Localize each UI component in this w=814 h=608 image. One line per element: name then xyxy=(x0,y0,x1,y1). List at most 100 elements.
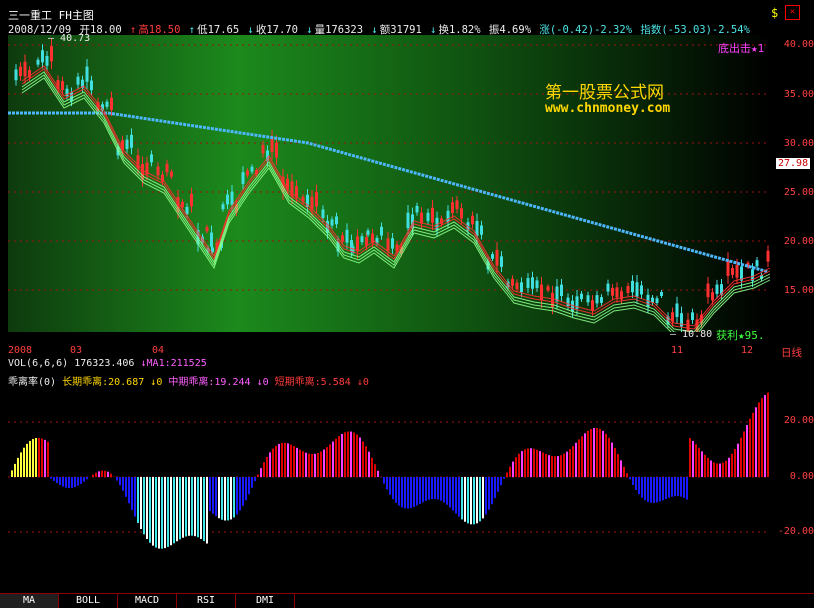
watermark-url: www.chnmoney.com xyxy=(545,101,670,116)
bias-bar xyxy=(704,455,706,477)
candle-body xyxy=(231,192,234,205)
bias-bar xyxy=(767,393,769,477)
tab-rsi[interactable]: RSI xyxy=(177,594,236,608)
candle-body xyxy=(262,145,265,154)
tab-macd[interactable]: MACD xyxy=(118,594,177,608)
tab-boll[interactable]: BOLL xyxy=(59,594,118,608)
candle-body xyxy=(491,254,494,259)
volume-value: 176323.406 xyxy=(74,358,134,369)
alert-icon[interactable]: $ xyxy=(771,6,778,20)
bias-bar xyxy=(371,458,373,477)
candle-body xyxy=(516,283,519,290)
candle-body xyxy=(110,98,113,110)
bias-bar xyxy=(296,448,298,477)
bias-bar xyxy=(536,450,538,477)
candle-body xyxy=(61,81,64,90)
bias-bar xyxy=(365,446,367,477)
bias-bar xyxy=(230,477,232,519)
candle-body xyxy=(24,62,27,77)
bias-bar xyxy=(314,454,316,477)
candle-body xyxy=(126,140,129,149)
candle-body xyxy=(46,56,49,66)
candle-body xyxy=(407,213,410,228)
bias-bar xyxy=(410,477,412,508)
candle-body xyxy=(471,216,474,225)
candle-body xyxy=(50,46,53,61)
bias-bar xyxy=(92,475,94,477)
tab-dmi[interactable]: DMI xyxy=(236,594,295,608)
bias-bar xyxy=(425,477,427,501)
candle-body xyxy=(711,292,714,300)
bias-bar xyxy=(542,453,544,477)
bias-bar xyxy=(374,464,376,477)
bias-bar xyxy=(119,477,121,485)
bias-bar xyxy=(59,477,61,485)
bias-bar xyxy=(686,477,688,500)
bias-bar xyxy=(530,448,532,477)
axis-label: 25.00 xyxy=(784,187,814,198)
bias-bar xyxy=(254,477,256,481)
bias-bar xyxy=(155,477,157,548)
current-price-flag: 27.98 xyxy=(776,158,810,169)
volume-line: VOL(6,6,6) 176323.406 ↓MA1:211525 xyxy=(8,358,207,369)
bias-indicator-chart[interactable] xyxy=(8,385,770,590)
candle-body xyxy=(616,287,619,297)
candle-body xyxy=(420,213,423,224)
candle-body xyxy=(540,285,543,301)
bias-bar xyxy=(518,454,520,477)
bias-bar xyxy=(743,431,745,477)
signal-bottom: 获利★95. xyxy=(716,327,765,343)
bias-bar xyxy=(299,450,301,477)
bias-bar xyxy=(317,453,319,477)
axis-label: 20.00 xyxy=(784,415,814,426)
price-axis: 40.00 35.00 30.00 25.00 20.00 15.00 xyxy=(772,35,814,332)
candle-body xyxy=(607,284,610,292)
bias-bar xyxy=(731,454,733,477)
bias-bar xyxy=(671,477,673,497)
bias-bar xyxy=(479,477,481,521)
date-axis: 2008 03 04 11 12 xyxy=(8,345,770,357)
bias-bar xyxy=(482,477,484,518)
candle-body xyxy=(727,260,730,276)
bias-bar xyxy=(188,477,190,536)
bias-bar xyxy=(755,407,757,477)
bias-bar xyxy=(149,477,151,543)
close-button[interactable]: ✕ xyxy=(785,5,800,20)
bias-bar xyxy=(596,428,598,477)
bias-bar xyxy=(221,477,223,520)
bias-bar xyxy=(236,477,238,514)
bias-bar xyxy=(392,477,394,499)
bias-bar xyxy=(224,477,226,521)
bias-bar xyxy=(227,477,229,520)
bias-bar xyxy=(131,477,133,510)
bias-bar xyxy=(431,477,433,499)
bias-bar xyxy=(134,477,136,517)
period-label[interactable]: 日线 xyxy=(781,345,802,360)
candle-body xyxy=(315,192,318,207)
indicator-axis: 20.00 0.00 -20.00 xyxy=(772,385,814,590)
bias-bar xyxy=(242,477,244,506)
bias-bar xyxy=(677,477,679,496)
candle-body xyxy=(480,225,483,234)
bias-bar xyxy=(497,477,499,492)
bias-bar xyxy=(290,445,292,477)
bias-bar xyxy=(725,461,727,477)
bias-bar xyxy=(752,413,754,477)
bias-bar xyxy=(707,458,709,477)
candle-body xyxy=(756,260,759,266)
bias-bar xyxy=(272,449,274,477)
bias-bar xyxy=(386,477,388,490)
bias-bar xyxy=(692,441,694,477)
bias-bar xyxy=(653,477,655,503)
bias-bar xyxy=(395,477,397,503)
bias-bar xyxy=(569,449,571,477)
bias-bar xyxy=(449,477,451,507)
bias-bar xyxy=(512,462,514,477)
candle-body xyxy=(246,171,249,176)
bias-bar xyxy=(329,444,331,477)
candle-body xyxy=(427,213,430,221)
bias-bar xyxy=(308,454,310,477)
tab-ma[interactable]: MA xyxy=(0,594,59,608)
bias-bar xyxy=(167,477,169,547)
bias-bar xyxy=(749,419,751,477)
